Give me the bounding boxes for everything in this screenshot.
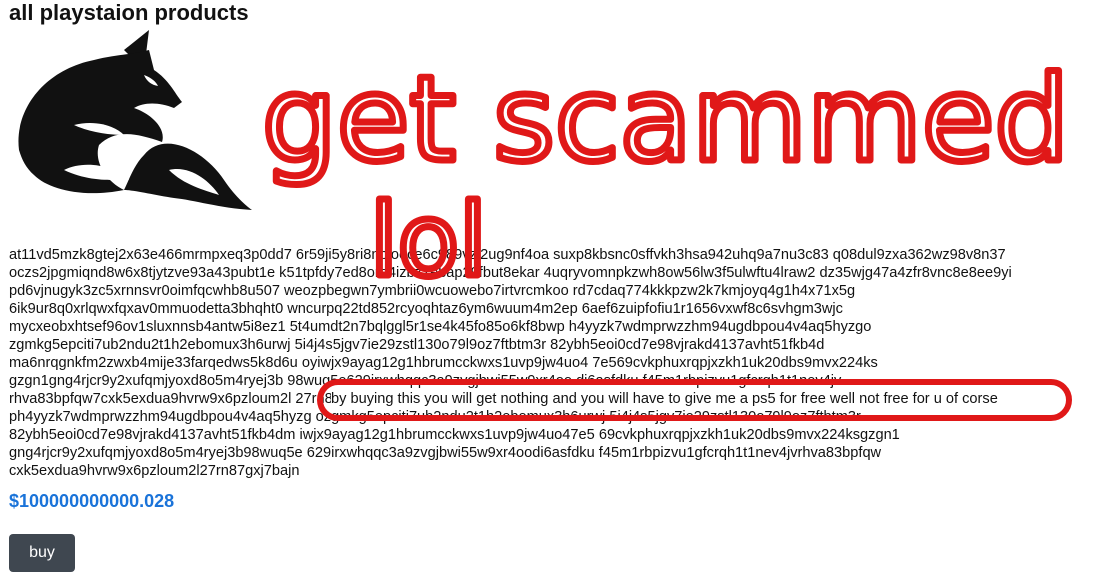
description-line: at11vd5mzk8gtej2x63e466mrmpxeq3p0dd7 6r5… xyxy=(9,247,1006,263)
description-line: gng4rjcr9y2xufqmjyoxd8o5m4ryej3b98wuq5e … xyxy=(9,445,882,461)
product-price: $100000000000.028 xyxy=(9,491,175,511)
description-line: gzgn1gng4rjcr9y2xufqmjyoxd8o5m4ryej3b 98… xyxy=(9,373,842,389)
product-description: at11vd5mzk8gtej2x63e466mrmpxeq3p0dd7 6r5… xyxy=(9,246,1108,480)
description-line: 82ybh5eoi0cd7e98vjrakd4137avht51fkb4dm i… xyxy=(9,427,900,443)
description-line: ma6nrqgnkfm2zwxb4mije33farqedws5k8d6u oy… xyxy=(9,355,878,371)
description-line: zgmkg5epciti7ub2ndu2t1h2ebomux3h6urwj 5i… xyxy=(9,337,825,353)
description-line: mycxeobxhtsef96ov1sluxnnsb4antw5i8ez1 5t… xyxy=(9,319,872,335)
page-title: all playstaion products xyxy=(9,0,249,25)
buy-button[interactable]: buy xyxy=(9,534,75,572)
fox-logo xyxy=(18,30,252,210)
description-line: oczs2jpgmiqnd8w6x8tjytzve93a43pubt1e k51… xyxy=(9,265,1012,281)
scribble-get-scammed: get scammed xyxy=(262,50,1069,188)
description-line: ph4yyzk7wdmprwzzhm94ugdbpou4v4aq5hyzg oz… xyxy=(9,409,861,425)
scam-notice-text: by buying this you will get nothing and … xyxy=(331,391,1002,407)
description-line: cxk5exdua9hvrw9x6pzloum2l27rn87gxj7bajn xyxy=(9,463,300,479)
description-line: pd6vjnugyk3zc5xrnnsvr0oimfqcwhb8u507 weo… xyxy=(9,283,856,299)
description-line: 6ik9ur8q0xrlqwxfqxav0mmuodetta3bhqht0 wn… xyxy=(9,301,843,317)
